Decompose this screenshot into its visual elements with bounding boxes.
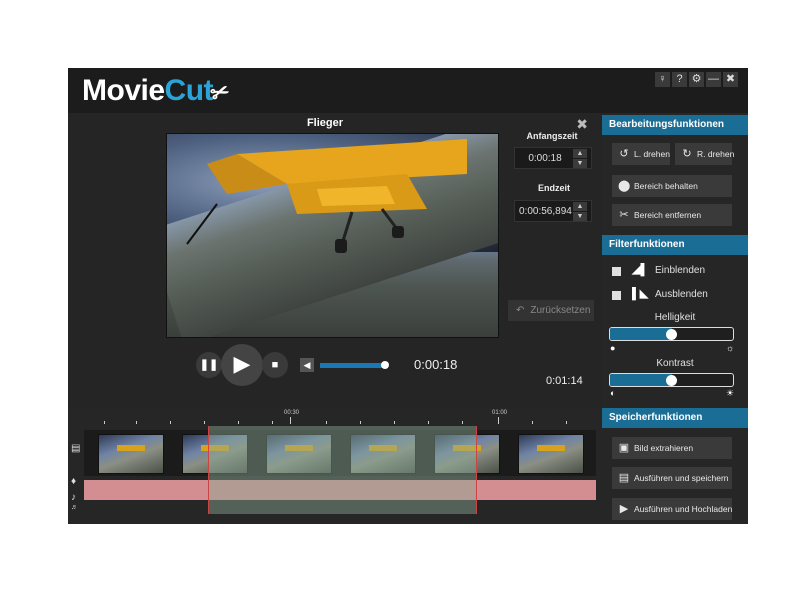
video-title: Flieger	[306, 117, 344, 129]
save-functions-header: Speicherfunktionen	[602, 408, 748, 428]
start-time-field[interactable]: 0:00:18 ▲ ▼	[514, 147, 592, 169]
keep-range-label: Bereich behalten	[634, 181, 698, 191]
current-time: 0:00:18	[414, 357, 458, 372]
airplane-image	[186, 139, 467, 253]
fade-out-checkbox[interactable]	[612, 291, 621, 300]
contrast-low-icon: ◐	[610, 388, 616, 398]
export-upload-label: Ausführen und Hochladen	[634, 504, 733, 514]
music-off-icon: ♬	[71, 504, 78, 511]
fade-out-icon: ▌◣	[632, 288, 649, 300]
close-button[interactable]: ✖	[723, 72, 738, 87]
extract-image-button[interactable]: ▣ Bild extrahieren	[612, 437, 732, 459]
rotate-right-button[interactable]: ↻ R. drehen	[675, 143, 735, 165]
end-time-label: Endzeit	[537, 183, 570, 193]
pause-button[interactable]: ❚❚	[196, 352, 222, 378]
brightness-label: Helligkeit	[654, 312, 696, 323]
contrast-slider-handle[interactable]	[666, 375, 677, 386]
stop-button[interactable]: ■	[262, 352, 288, 378]
contrast-slider-fill	[610, 374, 672, 386]
end-time-up-button[interactable]: ▲	[573, 202, 587, 211]
fade-in-label: Einblenden	[655, 265, 706, 276]
keep-range-button[interactable]: ⬤ Bereich behalten	[612, 175, 732, 197]
contrast-label: Kontrast	[656, 358, 694, 369]
logo-text-cut: Cut	[164, 74, 214, 107]
reset-button[interactable]: ↶ Zurücksetzen	[508, 300, 594, 321]
total-time: 0:01:14	[546, 375, 583, 387]
brightness-slider-handle[interactable]	[666, 329, 677, 340]
undo-icon: ↶	[516, 305, 525, 316]
youtube-icon: ▶	[619, 503, 629, 515]
volume-icon[interactable]: ◀	[300, 358, 314, 372]
rotate-left-button[interactable]: ↺ L. drehen	[612, 143, 670, 165]
volume-slider-handle[interactable]	[381, 361, 389, 369]
start-time-value: 0:00:18	[528, 153, 562, 164]
timeline-selection-range[interactable]	[208, 426, 477, 514]
export-upload-button[interactable]: ▶ Ausführen und Hochladen	[612, 498, 732, 520]
fade-in-checkbox[interactable]	[612, 267, 621, 276]
brightness-low-icon: ●	[610, 343, 616, 353]
moviecut-window: MovieCut✂ ♀ ? ⚙ — ✖ Flieger ✖ Anfangszei	[68, 68, 748, 524]
video-track-icon: ▤	[71, 443, 81, 454]
function-panel: Bearbeitungsfunktionen ↺ L. drehen ↻ R. dr…	[602, 113, 748, 524]
thumbnail-frame	[518, 434, 584, 474]
end-time-down-button[interactable]: ▼	[573, 212, 587, 221]
timeline[interactable]: 00:30 01:00 ▤ ♦ ♪ ♬	[68, 408, 602, 524]
volume-slider[interactable]	[320, 363, 385, 368]
start-time-label: Anfangszeit	[526, 131, 578, 141]
brightness-high-icon: ☼	[726, 343, 735, 353]
contrast-high-icon: ☀	[726, 388, 735, 398]
contrast-slider[interactable]	[609, 373, 734, 387]
fade-in-icon: ◢▌	[632, 264, 649, 276]
floppy-disk-icon: ▤	[618, 472, 630, 484]
rotate-right-icon: ↻	[682, 148, 692, 160]
video-preview[interactable]	[166, 133, 499, 338]
logo-text-movie: Movie	[82, 74, 165, 107]
end-time-value: 0:00:56,894	[519, 206, 572, 217]
rotate-left-label: L. drehen	[634, 149, 670, 159]
tick-label-0030: 00:30	[284, 410, 300, 416]
brightness-slider-fill	[610, 328, 672, 340]
brightness-slider[interactable]	[609, 327, 734, 341]
help-button[interactable]: ?	[672, 72, 687, 87]
remove-range-label: Bereich entfernen	[634, 210, 702, 220]
app-logo: MovieCut✂	[82, 74, 233, 108]
music-note-icon: ♪	[71, 492, 76, 503]
start-time-down-button[interactable]: ▼	[573, 159, 587, 168]
hint-icon[interactable]: ♀	[655, 72, 670, 87]
fade-out-label: Ausblenden	[655, 289, 708, 300]
minimize-button[interactable]: —	[706, 72, 721, 87]
export-save-label: Ausführen und speichern	[634, 473, 729, 483]
settings-gear-icon[interactable]: ⚙	[689, 72, 704, 87]
timeline-ruler: 00:30 01:00	[84, 408, 596, 428]
play-button[interactable]: ▶	[221, 344, 263, 386]
filter-functions-header: Filterfunktionen	[602, 235, 748, 255]
image-icon: ▣	[618, 442, 630, 454]
location-pin-icon: ⬤	[618, 180, 631, 192]
end-time-field[interactable]: 0:00:56,894 ▲ ▼	[514, 200, 592, 222]
reset-label: Zurücksetzen	[530, 305, 591, 316]
player-area: Flieger ✖ Anfangszeit 0:00:18 ▲ ▼ Endzei…	[68, 113, 602, 408]
thumbnail-frame	[98, 434, 164, 474]
extract-image-label: Bild extrahieren	[634, 443, 694, 453]
rotate-left-icon: ↺	[619, 148, 629, 160]
start-time-up-button[interactable]: ▲	[573, 149, 587, 158]
tick-label-0100: 01:00	[492, 410, 508, 416]
scissors-icon: ✂	[619, 209, 629, 221]
export-save-button[interactable]: ▤ Ausführen und speichern	[612, 467, 732, 489]
remove-range-button[interactable]: ✂ Bereich entfernen	[612, 204, 732, 226]
title-bar: MovieCut✂ ♀ ? ⚙ — ✖	[68, 68, 748, 113]
rotate-right-label: R. drehen	[697, 149, 735, 159]
microphone-icon: ♦	[71, 476, 77, 487]
edit-functions-header: Bearbeitungsfunktionen	[602, 115, 748, 135]
